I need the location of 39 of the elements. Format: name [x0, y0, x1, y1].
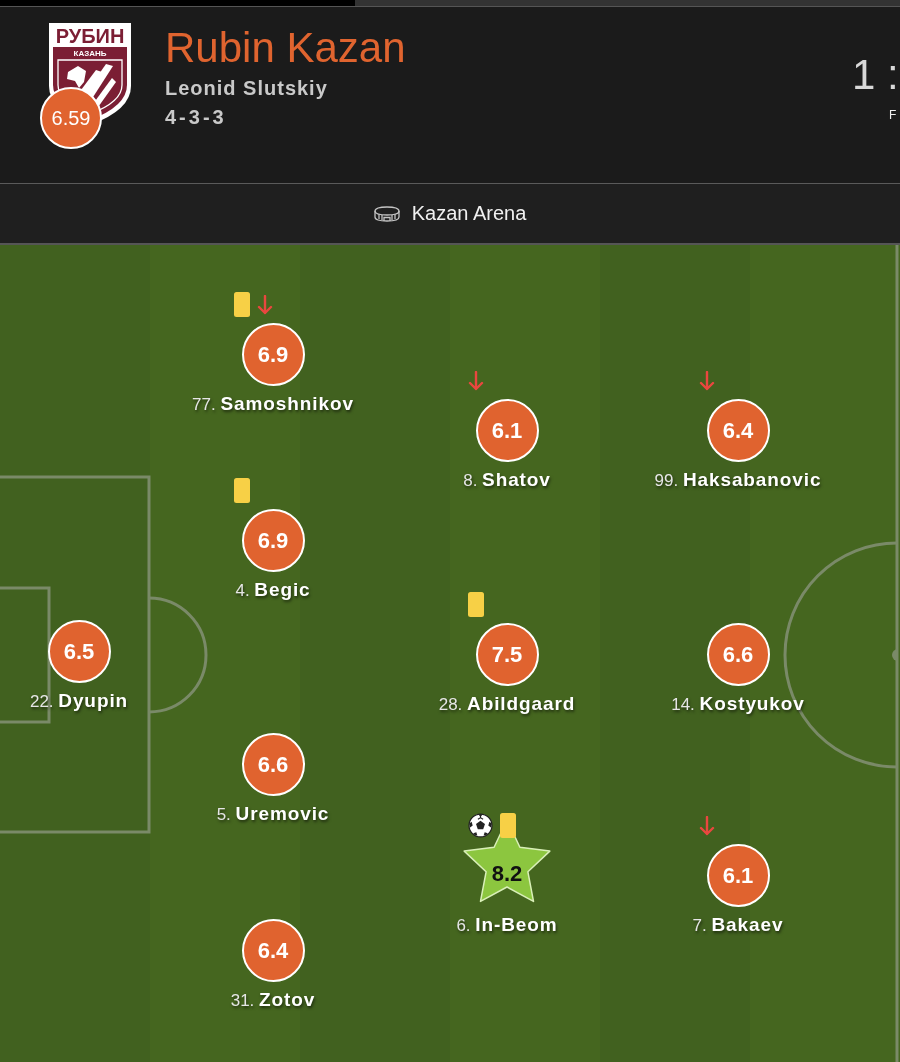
card-icon	[500, 813, 516, 838]
center-spot	[892, 649, 898, 661]
rating-badge: 6.1	[706, 844, 770, 907]
team-rating-badge: 6.59	[40, 87, 102, 149]
player-name: 77. Samoshnikov	[192, 392, 354, 416]
arrow-down-icon	[468, 371, 484, 391]
rating-badge: 6.9	[241, 323, 305, 386]
player-name: 6. In-Beom	[456, 913, 558, 937]
player-name: 31. Zotov	[230, 988, 316, 1012]
arrow-down-icon	[699, 816, 715, 836]
match-status: F	[889, 108, 897, 122]
player-name: 28. Abildgaard	[438, 692, 576, 716]
team-name: Rubin Kazan	[165, 24, 406, 72]
stadium-icon	[373, 205, 400, 222]
card-icon	[468, 592, 484, 617]
venue-name: Kazan Arena	[411, 202, 527, 225]
rating-badge: 6.6	[706, 623, 770, 686]
rating-badge: 6.5	[47, 620, 111, 683]
manager-name: Leonid Slutskiy	[165, 76, 329, 100]
player-name: 4. Begic	[235, 578, 311, 602]
player-name: 5. Uremovic	[216, 802, 330, 826]
rating-badge: 6.4	[706, 399, 770, 462]
rating-badge: 6.9	[241, 509, 305, 572]
rating-badge: 6.1	[475, 399, 539, 462]
card-icon	[234, 292, 250, 317]
card-icon	[234, 478, 250, 503]
player-name: 7. Bakaev	[692, 913, 784, 937]
arrow-down-icon	[699, 371, 715, 391]
formation-label: 4-3-3	[165, 105, 228, 129]
soccer-ball-icon	[468, 813, 493, 838]
player-name: 14. Kostyukov	[671, 692, 805, 716]
player-name: 22. Dyupin	[29, 689, 129, 713]
rating-badge: 7.5	[475, 623, 539, 686]
rating-badge: 6.4	[241, 919, 305, 982]
arrow-down-icon	[257, 295, 273, 315]
match-score: 1 :	[852, 51, 899, 99]
player-name: 99. Haksabanovic	[654, 468, 822, 492]
rating-badge: 6.6	[241, 733, 305, 796]
player-name: 8. Shatov	[463, 468, 551, 492]
